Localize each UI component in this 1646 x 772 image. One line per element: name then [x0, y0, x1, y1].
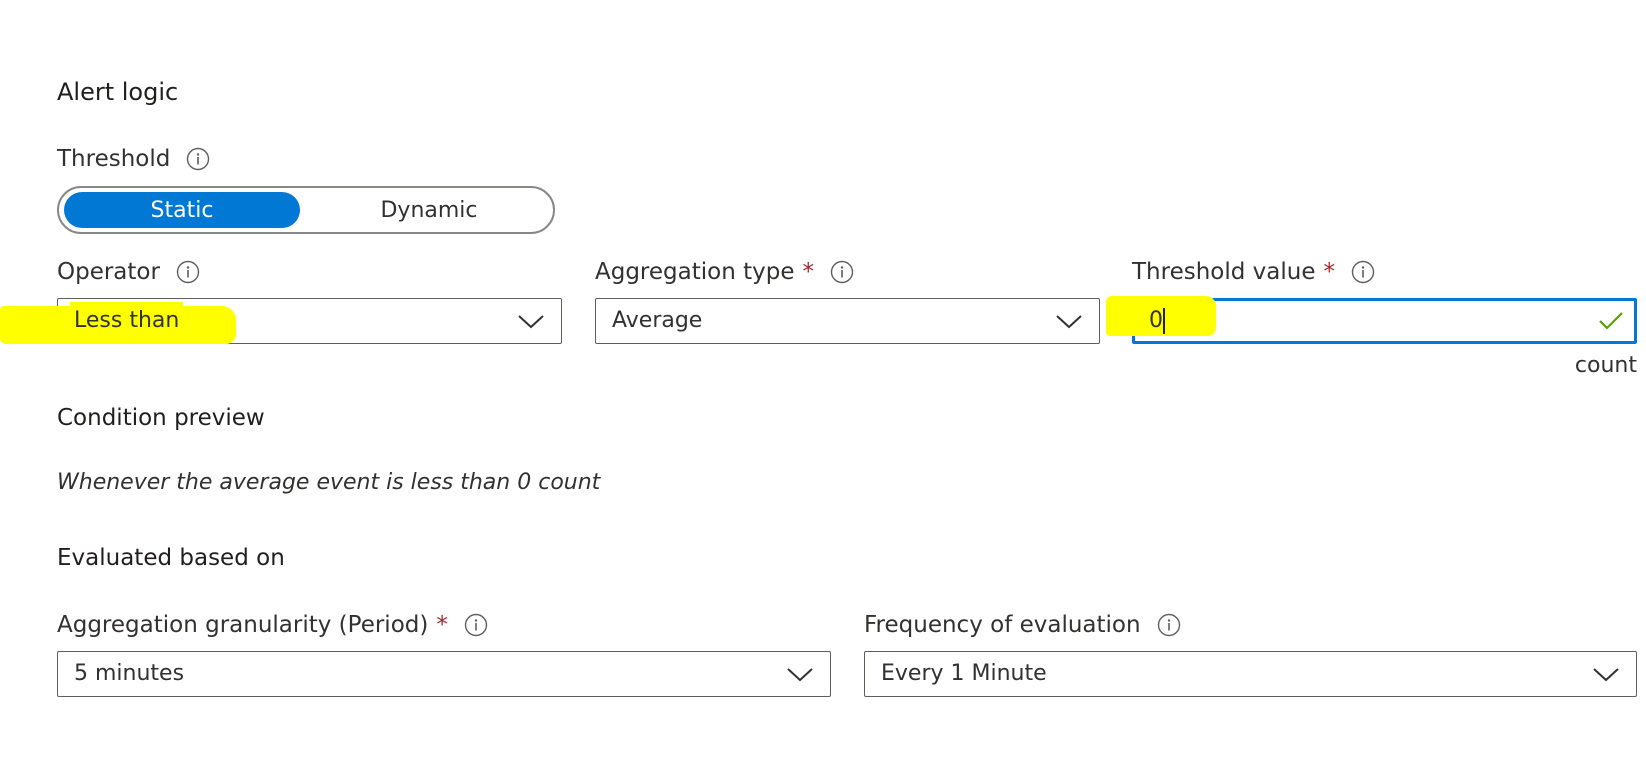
operator-value: Less than — [70, 302, 184, 340]
threshold-unit: count — [1574, 353, 1637, 378]
threshold-toggle[interactable]: Static Dynamic — [57, 186, 555, 234]
condition-preview-text: Whenever the average event is less than … — [57, 470, 601, 495]
aggregation-type-value: Average — [612, 308, 703, 333]
threshold-label-row: Threshold — [57, 146, 210, 172]
frequency-label: Frequency of evaluation — [864, 612, 1141, 638]
chevron-down-icon — [1593, 668, 1619, 682]
operator-dropdown[interactable]: Less than — [57, 298, 562, 344]
section-title-evaluated: Evaluated based on — [57, 545, 285, 571]
chevron-down-icon — [787, 668, 813, 682]
granularity-dropdown[interactable]: 5 minutes — [57, 651, 831, 697]
threshold-option-static[interactable]: Static — [64, 192, 300, 228]
operator-label-row: Operator — [57, 259, 200, 285]
frequency-value: Every 1 Minute — [881, 661, 1047, 686]
required-mark: * — [436, 612, 448, 638]
chevron-down-icon — [1056, 315, 1082, 329]
info-icon[interactable] — [1351, 260, 1375, 284]
frequency-dropdown[interactable]: Every 1 Minute — [864, 651, 1637, 697]
info-icon[interactable] — [176, 260, 200, 284]
info-icon[interactable] — [186, 147, 210, 171]
aggregation-type-label-row: Aggregation type * — [595, 259, 854, 285]
info-icon[interactable] — [1157, 613, 1181, 637]
granularity-value: 5 minutes — [74, 661, 185, 686]
operator-label: Operator — [57, 259, 160, 285]
frequency-label-row: Frequency of evaluation — [864, 612, 1181, 638]
text-caret — [1163, 308, 1165, 334]
aggregation-type-label: Aggregation type — [595, 259, 795, 285]
section-title-alert-logic: Alert logic — [57, 78, 179, 106]
required-mark: * — [802, 259, 814, 285]
granularity-label: Aggregation granularity (Period) — [57, 612, 429, 638]
threshold-option-dynamic[interactable]: Dynamic — [309, 192, 549, 228]
threshold-value-label-row: Threshold value * — [1132, 259, 1375, 285]
aggregation-type-dropdown[interactable]: Average — [595, 298, 1100, 344]
section-title-condition-preview: Condition preview — [57, 405, 265, 431]
granularity-label-row: Aggregation granularity (Period) * — [57, 612, 488, 638]
info-icon[interactable] — [830, 260, 854, 284]
required-mark: * — [1323, 259, 1335, 285]
info-icon[interactable] — [464, 613, 488, 637]
threshold-value-label: Threshold value — [1132, 259, 1316, 285]
chevron-down-icon — [518, 315, 544, 329]
threshold-label: Threshold — [57, 146, 171, 172]
threshold-value-text: 0 — [1149, 308, 1163, 333]
checkmark-icon — [1599, 312, 1623, 330]
